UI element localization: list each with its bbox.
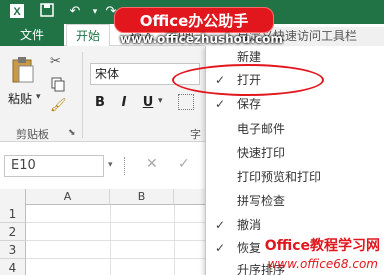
cut-icon[interactable]: ✂ [50, 54, 68, 72]
row-header-1[interactable]: 1 [0, 205, 26, 223]
menu-item-label: 电子邮件 [237, 122, 286, 136]
check-icon: ✓ [215, 218, 226, 232]
paste-chevron-icon[interactable]: ▾ [36, 92, 41, 102]
watermark-bottom-title: Office教程学习网 [264, 238, 380, 254]
menu-item-label: 打印预览和打印 [237, 170, 322, 184]
undo-icon[interactable]: ↶ [66, 3, 84, 21]
name-box-chevron-icon[interactable]: ▾ [108, 160, 113, 170]
check-icon: ✓ [215, 97, 226, 111]
font-group-label: 字 [190, 128, 201, 141]
svg-text:X: X [13, 6, 21, 18]
menu-item-save[interactable]: ✓ 保存 [205, 93, 384, 116]
menu-item-label: 保存 [237, 97, 262, 111]
copy-icon[interactable] [50, 76, 68, 94]
group-divider [82, 52, 83, 138]
paste-icon[interactable] [10, 56, 36, 84]
highlight-oval [172, 64, 324, 96]
clipboard-group-label: 剪贴板 [16, 128, 49, 141]
menu-item-label: 快速打印 [237, 146, 286, 160]
menu-item-label: 拼写检查 [237, 194, 286, 208]
menu-item-undo[interactable]: ✓ 撤消 [205, 214, 384, 237]
confirm-icon[interactable]: ✓ [178, 156, 190, 172]
bold-button[interactable]: B [92, 93, 108, 113]
excel-window: X ↶ ▾ ↷ 文件 开始 插入 页面 粘贴 ▾ ✂ 🖌 剪贴板 ⬊ 宋体 B … [0, 0, 384, 275]
menu-item-label: 撤消 [237, 218, 262, 232]
tab-home[interactable]: 开始 [66, 24, 110, 47]
italic-button[interactable]: I [116, 93, 132, 113]
watermark-banner: Office办公助手 [114, 7, 274, 33]
row-header-3[interactable]: 3 [0, 241, 26, 259]
excel-logo-icon: X [8, 3, 26, 21]
column-header-b[interactable]: B [110, 189, 174, 205]
column-header-a[interactable]: A [26, 189, 110, 205]
format-painter-icon[interactable]: 🖌 [50, 98, 68, 116]
select-all-corner[interactable] [0, 189, 26, 205]
dialog-launcher-icon[interactable]: ⬊ [68, 128, 76, 138]
name-box[interactable]: E10 [4, 155, 104, 177]
cancel-icon[interactable]: ✕ [146, 156, 158, 172]
border-icon[interactable] [178, 94, 194, 110]
grid-line [110, 205, 111, 275]
paste-button-label[interactable]: 粘贴 [8, 90, 32, 107]
underline-chevron-icon[interactable]: ▾ [158, 96, 163, 106]
watermark-bottom-url: www.office68.com [267, 257, 378, 271]
menu-item-print-preview[interactable]: 打印预览和打印 [205, 166, 384, 189]
menu-item-quick-print[interactable]: 快速打印 [205, 142, 384, 165]
grid-line [174, 205, 175, 275]
menu-item-spelling[interactable]: 拼写检查 [205, 190, 384, 213]
underline-button[interactable]: U [140, 93, 156, 113]
tab-file[interactable]: 文件 [0, 24, 64, 47]
menu-item-email[interactable]: 电子邮件 [205, 118, 384, 141]
row-header-4[interactable]: 4 [0, 259, 26, 275]
formula-divider [124, 157, 126, 175]
watermark-url: www.officezhushou.com [120, 32, 283, 46]
save-icon[interactable] [38, 3, 56, 21]
row-header-2[interactable]: 2 [0, 223, 26, 241]
